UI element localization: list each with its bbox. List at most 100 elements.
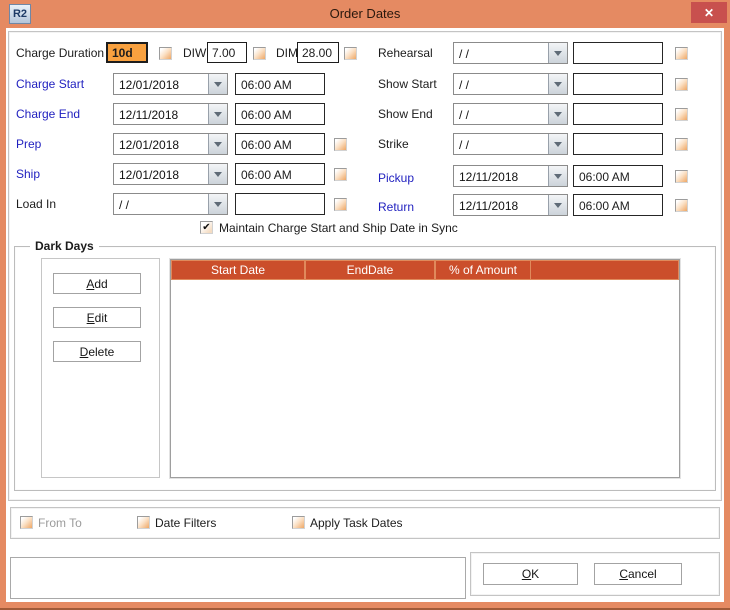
rehearsal-date-value: / / [454, 43, 548, 63]
close-button[interactable]: ✕ [691, 2, 727, 23]
apply-task-dates-checkbox[interactable] [292, 516, 305, 529]
charge-end-label: Charge End [16, 107, 80, 121]
rehearsal-checkbox[interactable] [675, 47, 688, 60]
check-icon: ✔ [202, 222, 210, 233]
prep-dropdown-button[interactable] [208, 134, 227, 154]
charge-start-dropdown-button[interactable] [208, 74, 227, 94]
pickup-dropdown-button[interactable] [548, 166, 567, 186]
show-start-date-combo[interactable]: / / [453, 73, 568, 95]
load-in-date-combo[interactable]: / / [113, 193, 228, 215]
close-icon: ✕ [704, 6, 714, 20]
chevron-down-icon [554, 51, 562, 56]
sync-checkbox-label: Maintain Charge Start and Ship Date in S… [219, 221, 458, 235]
load-in-time-input[interactable] [235, 193, 325, 215]
diw-input[interactable]: 7.00 [207, 42, 247, 63]
cancel-button[interactable]: Cancel [594, 563, 682, 585]
chevron-down-icon [554, 142, 562, 147]
chevron-down-icon [214, 112, 222, 117]
prep-checkbox[interactable] [334, 138, 347, 151]
edit-button-label: E [87, 311, 95, 325]
chevron-down-icon [554, 112, 562, 117]
show-end-date-combo[interactable]: / / [453, 103, 568, 125]
load-in-checkbox[interactable] [334, 198, 347, 211]
prep-label: Prep [16, 137, 41, 151]
pickup-date-combo[interactable]: 12/11/2018 [453, 165, 568, 187]
load-in-dropdown-button[interactable] [208, 194, 227, 214]
column-header-start-date[interactable]: Start Date [171, 260, 305, 280]
load-in-date-value: / / [114, 194, 208, 214]
strike-dropdown-button[interactable] [548, 134, 567, 154]
charge-duration-input[interactable]: 10d [106, 42, 148, 63]
prep-time-input[interactable]: 06:00 AM [235, 133, 325, 155]
prep-date-combo[interactable]: 12/01/2018 [113, 133, 228, 155]
show-start-checkbox[interactable] [675, 78, 688, 91]
dim-checkbox[interactable] [344, 47, 357, 60]
cancel-button-label: C [619, 567, 628, 581]
charge-duration-checkbox[interactable] [159, 47, 172, 60]
charge-end-time-input[interactable]: 06:00 AM [235, 103, 325, 125]
add-button-label: A [86, 277, 94, 291]
return-date-value: 12/11/2018 [454, 195, 548, 215]
edit-button[interactable]: Edit [53, 307, 141, 328]
ship-label: Ship [16, 167, 40, 181]
charge-start-time-input[interactable]: 06:00 AM [235, 73, 325, 95]
charge-end-dropdown-button[interactable] [208, 104, 227, 124]
from-to-checkbox [20, 516, 33, 529]
strike-time-input[interactable] [573, 133, 663, 155]
show-start-dropdown-button[interactable] [548, 74, 567, 94]
return-dropdown-button[interactable] [548, 195, 567, 215]
ship-checkbox[interactable] [334, 168, 347, 181]
apply-task-dates-label: Apply Task Dates [310, 516, 403, 530]
chevron-down-icon [214, 202, 222, 207]
charge-start-date-combo[interactable]: 12/01/2018 [113, 73, 228, 95]
show-start-time-input[interactable] [573, 73, 663, 95]
chevron-down-icon [554, 203, 562, 208]
dark-days-table-body[interactable] [171, 280, 679, 477]
return-time-input[interactable]: 06:00 AM [573, 194, 663, 216]
from-to-label: From To [38, 516, 82, 530]
rehearsal-time-input[interactable] [573, 42, 663, 64]
strike-date-combo[interactable]: / / [453, 133, 568, 155]
rehearsal-date-combo[interactable]: / / [453, 42, 568, 64]
prep-date-value: 12/01/2018 [114, 134, 208, 154]
show-end-time-input[interactable] [573, 103, 663, 125]
ship-time-input[interactable]: 06:00 AM [235, 163, 325, 185]
show-end-date-value: / / [454, 104, 548, 124]
column-header-filler [531, 260, 679, 280]
return-date-combo[interactable]: 12/11/2018 [453, 194, 568, 216]
load-in-label: Load In [16, 197, 56, 211]
column-header-percent-of-amount[interactable]: % of Amount [435, 260, 531, 280]
pickup-time-input[interactable]: 06:00 AM [573, 165, 663, 187]
charge-end-date-value: 12/11/2018 [114, 104, 208, 124]
pickup-date-value: 12/11/2018 [454, 166, 548, 186]
ok-button[interactable]: OK [483, 563, 578, 585]
rehearsal-dropdown-button[interactable] [548, 43, 567, 63]
show-end-checkbox[interactable] [675, 108, 688, 121]
diw-checkbox[interactable] [253, 47, 266, 60]
dark-days-table[interactable]: Start Date EndDate % of Amount [170, 259, 680, 478]
date-filters-checkbox[interactable] [137, 516, 150, 529]
strike-checkbox[interactable] [675, 138, 688, 151]
column-header-end-date[interactable]: EndDate [305, 260, 435, 280]
window-title: Order Dates [0, 6, 730, 21]
return-checkbox[interactable] [675, 199, 688, 212]
diw-label: DIW [183, 46, 206, 60]
charge-end-date-combo[interactable]: 12/11/2018 [113, 103, 228, 125]
dim-input[interactable]: 28.00 [297, 42, 339, 63]
delete-button[interactable]: Delete [53, 341, 141, 362]
pickup-checkbox[interactable] [675, 170, 688, 183]
ship-date-combo[interactable]: 12/01/2018 [113, 163, 228, 185]
chevron-down-icon [554, 174, 562, 179]
ship-dropdown-button[interactable] [208, 164, 227, 184]
show-end-dropdown-button[interactable] [548, 104, 567, 124]
show-end-label: Show End [378, 107, 433, 121]
sync-checkbox[interactable]: ✔ [200, 221, 213, 234]
add-button[interactable]: Add [53, 273, 141, 294]
ok-button-label: O [522, 567, 531, 581]
dark-days-title: Dark Days [30, 239, 99, 253]
show-start-label: Show Start [378, 77, 437, 91]
ship-date-value: 12/01/2018 [114, 164, 208, 184]
note-input[interactable] [10, 557, 466, 599]
charge-start-label: Charge Start [16, 77, 84, 91]
pickup-label: Pickup [378, 171, 414, 185]
